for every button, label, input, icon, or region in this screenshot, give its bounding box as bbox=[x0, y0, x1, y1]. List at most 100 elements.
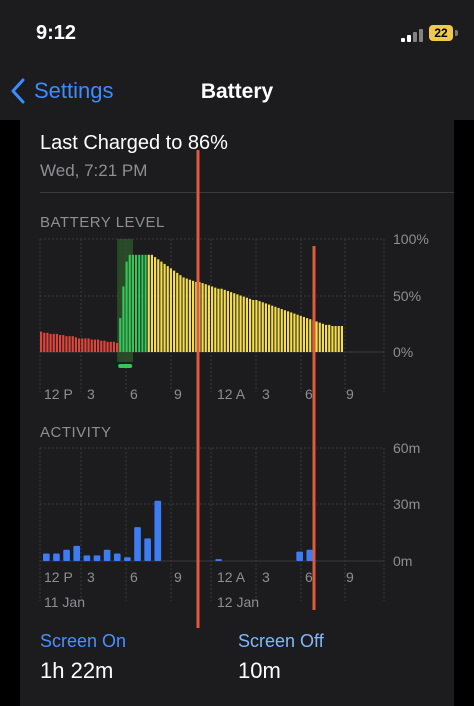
activity-x-tick: 3 bbox=[262, 569, 270, 585]
battery-bar bbox=[93, 339, 96, 352]
battery-bar bbox=[144, 254, 147, 352]
battery-bar bbox=[321, 323, 324, 352]
activity-y-tick: 60m bbox=[393, 440, 420, 456]
battery-bar bbox=[290, 312, 293, 352]
battery-bar bbox=[182, 277, 185, 352]
battery-bar bbox=[328, 324, 331, 352]
battery-bar bbox=[119, 318, 122, 352]
battery-bar bbox=[109, 341, 112, 352]
battery-bar bbox=[138, 254, 141, 352]
activity-bar bbox=[296, 551, 303, 561]
screen-on-label: Screen On bbox=[40, 631, 127, 651]
battery-bar bbox=[154, 257, 157, 352]
battery-bar bbox=[122, 286, 125, 352]
activity-bar bbox=[53, 553, 60, 561]
battery-bar bbox=[150, 254, 153, 352]
battery-bar bbox=[249, 298, 252, 352]
activity-y-tick: 30m bbox=[393, 496, 420, 512]
battery-bar bbox=[309, 319, 312, 352]
activity-bar bbox=[43, 553, 50, 561]
activity-x-tick: 3 bbox=[87, 569, 95, 585]
battery-bar bbox=[169, 268, 172, 352]
battery-bar bbox=[226, 290, 229, 352]
battery-bar bbox=[166, 266, 169, 352]
battery-bar bbox=[261, 302, 264, 352]
battery-bar bbox=[337, 326, 340, 352]
battery-bar bbox=[192, 280, 195, 352]
battery-bar bbox=[68, 336, 71, 352]
battery-bar bbox=[40, 331, 43, 352]
activity-bar bbox=[144, 538, 151, 561]
battery-x-tick: 9 bbox=[346, 386, 354, 402]
activity-bar bbox=[113, 553, 121, 561]
battery-bar bbox=[74, 337, 77, 352]
battery-bar bbox=[258, 301, 261, 352]
battery-bar bbox=[306, 318, 309, 352]
battery-bar bbox=[207, 285, 210, 352]
battery-bar bbox=[299, 315, 302, 352]
battery-bar bbox=[147, 254, 150, 352]
battery-bar bbox=[201, 283, 204, 352]
battery-bar bbox=[268, 304, 271, 352]
battery-bar bbox=[106, 341, 109, 352]
battery-bar bbox=[81, 338, 84, 352]
activity-x-tick: 6 bbox=[130, 569, 138, 585]
battery-bar bbox=[340, 326, 343, 352]
battery-bar bbox=[220, 288, 223, 352]
battery-y-tick: 50% bbox=[393, 288, 421, 304]
battery-bar bbox=[331, 326, 334, 352]
battery-bar bbox=[302, 316, 305, 352]
battery-bar bbox=[274, 306, 277, 352]
battery-charts: 100% 50% 0% 12 P 3 6 9 12 A 3 6 9 60m 30m 0m 12 P 3 6 9 12… bbox=[39, 150, 429, 628]
battery-bar bbox=[87, 338, 90, 352]
battery-bar bbox=[318, 322, 321, 352]
battery-bar bbox=[157, 259, 160, 352]
battery-bar bbox=[334, 326, 337, 352]
battery-bar bbox=[135, 254, 138, 352]
battery-bar bbox=[239, 295, 242, 352]
battery-bar bbox=[236, 294, 239, 352]
screen-off-value: 10m bbox=[238, 658, 281, 683]
activity-bar bbox=[124, 557, 131, 561]
battery-bar bbox=[116, 342, 119, 352]
screen-on-value: 1h 22m bbox=[40, 658, 114, 683]
battery-bar bbox=[214, 287, 217, 352]
battery-bar bbox=[277, 307, 280, 352]
battery-bar bbox=[62, 335, 65, 352]
charging-indicator bbox=[118, 364, 133, 368]
battery-bar bbox=[90, 339, 93, 352]
battery-bar bbox=[100, 340, 103, 352]
battery-bar bbox=[84, 338, 87, 352]
activity-x-tick: 9 bbox=[174, 569, 182, 585]
battery-bar bbox=[46, 332, 49, 352]
battery-bar bbox=[163, 263, 166, 352]
battery-x-tick: 3 bbox=[262, 386, 270, 402]
battery-bar bbox=[55, 333, 58, 352]
battery-bar bbox=[160, 261, 163, 352]
battery-bar bbox=[97, 339, 100, 352]
activity-bar bbox=[73, 545, 81, 561]
battery-bar bbox=[141, 254, 144, 352]
battery-bar bbox=[185, 278, 188, 352]
activity-x-tick: 12 A bbox=[217, 569, 246, 585]
battery-bar bbox=[242, 296, 245, 352]
battery-bar bbox=[179, 275, 182, 352]
activity-date-label: 11 Jan bbox=[44, 594, 85, 610]
battery-y-tick: 100% bbox=[393, 231, 429, 247]
activity-x-tick: 6 bbox=[305, 569, 313, 585]
battery-bar bbox=[280, 309, 283, 352]
activity-bar bbox=[134, 527, 141, 561]
battery-bar bbox=[112, 341, 115, 352]
battery-x-tick: 12 A bbox=[217, 386, 246, 402]
battery-bar bbox=[296, 314, 299, 352]
battery-bar bbox=[293, 313, 296, 352]
battery-x-tick: 3 bbox=[87, 386, 95, 402]
battery-bar bbox=[252, 300, 255, 352]
activity-x-tick: 12 P bbox=[44, 569, 73, 585]
activity-bar bbox=[83, 555, 91, 561]
battery-y-tick: 0% bbox=[393, 344, 413, 360]
battery-bar bbox=[176, 272, 179, 352]
battery-bar bbox=[65, 336, 68, 352]
battery-x-tick: 6 bbox=[305, 386, 313, 402]
battery-bar bbox=[49, 333, 52, 352]
